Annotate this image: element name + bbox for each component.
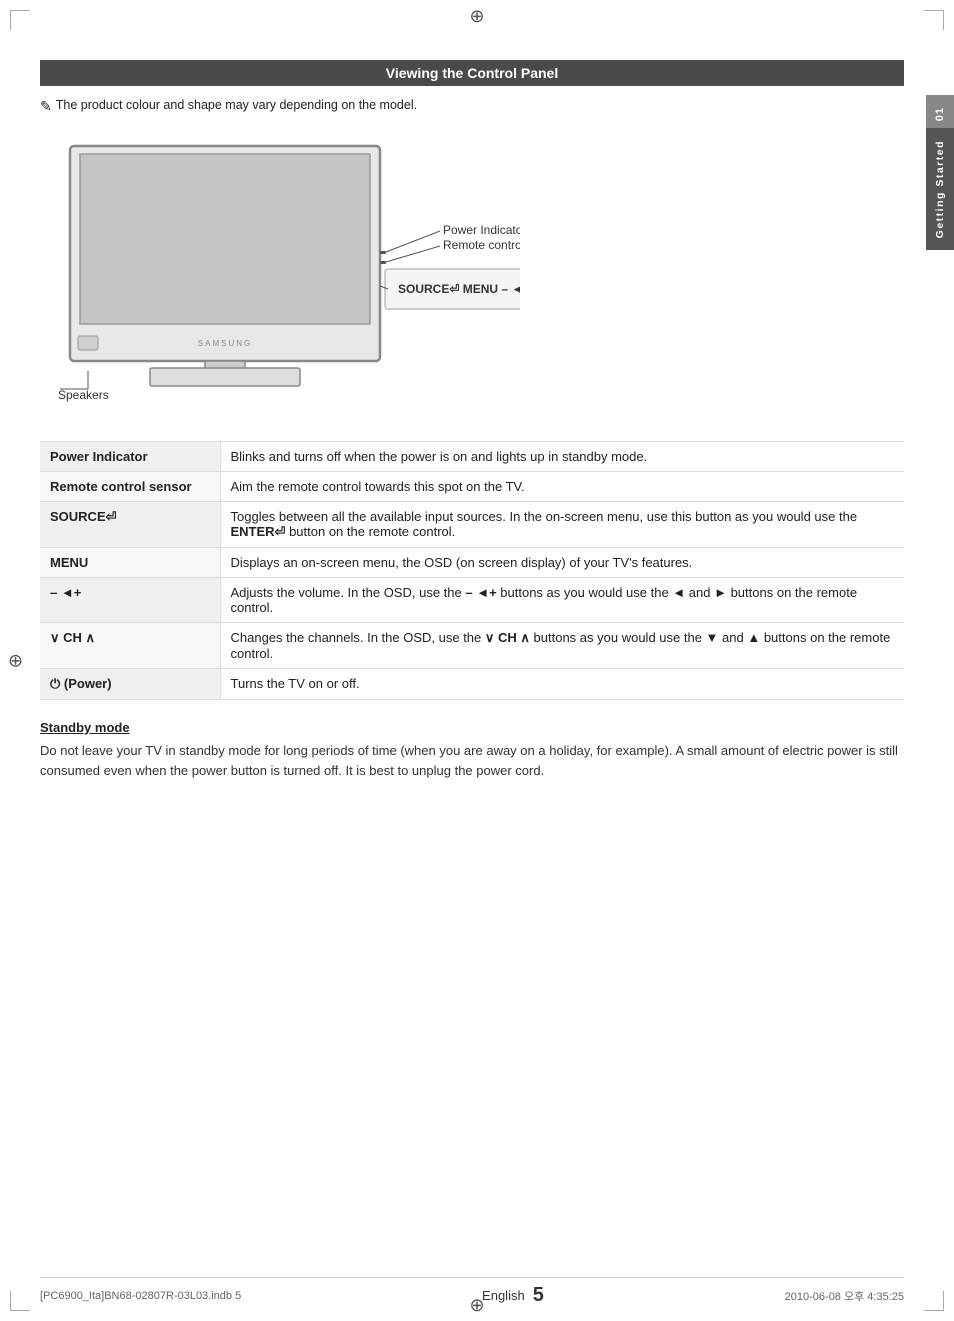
svg-text:Power Indicator: Power Indicator — [443, 223, 520, 237]
table-key: – ◄+ — [40, 578, 220, 623]
table-row: ∨ CH ∧ Changes the channels. In the OSD,… — [40, 623, 904, 669]
footer-page: English 5 — [482, 1284, 544, 1307]
table-row: Remote control sensor Aim the remote con… — [40, 472, 904, 502]
main-content: Viewing the Control Panel ✎ The product … — [40, 60, 904, 1281]
page-number: 5 — [533, 1284, 544, 1307]
table-value: Changes the channels. In the OSD, use th… — [220, 623, 904, 669]
table-row: ⏻ (Power) Turns the TV on or off. — [40, 669, 904, 700]
footer: [PC6900_Ita]BN68-02807R-03L03.indb 5 Eng… — [40, 1277, 904, 1307]
table-key: Power Indicator — [40, 442, 220, 472]
reg-mark-top: ⊕ — [467, 6, 487, 26]
svg-text:Speakers: Speakers — [58, 388, 109, 402]
tv-illustration: SAMSUNG Power Indicator Remote control s… — [40, 131, 520, 411]
table-row: MENU Displays an on-screen menu, the OSD… — [40, 548, 904, 578]
table-key: SOURCE⏎ — [40, 502, 220, 548]
table-key: ⏻ (Power) — [40, 669, 220, 700]
footer-file-info: [PC6900_Ita]BN68-02807R-03L03.indb 5 — [40, 1290, 241, 1302]
footer-date: 2010-06-08 오후 4:35:25 — [785, 1288, 904, 1304]
standby-section: Standby mode Do not leave your TV in sta… — [40, 720, 904, 780]
corner-mark-tl — [10, 10, 30, 30]
corner-mark-bl — [10, 1291, 30, 1311]
note-icon: ✎ — [40, 98, 52, 115]
control-table: Power Indicator Blinks and turns off whe… — [40, 441, 904, 700]
svg-text:SAMSUNG: SAMSUNG — [198, 339, 252, 348]
svg-text:Remote control sensor: Remote control sensor — [443, 238, 520, 252]
table-value: Adjusts the volume. In the OSD, use the … — [220, 578, 904, 623]
note-text: ✎ The product colour and shape may vary … — [40, 98, 904, 115]
reg-mark-left: ⊕ — [8, 650, 23, 671]
diagram-area: SAMSUNG Power Indicator Remote control s… — [40, 131, 904, 421]
sidebar-number: 01 — [934, 107, 946, 121]
svg-text:SOURCE⏎ MENU – ◄+ ∨ CH ∧ ⏻: SOURCE⏎ MENU – ◄+ ∨ CH ∧ ⏻ — [398, 282, 520, 296]
page-title: Viewing the Control Panel — [40, 60, 904, 86]
footer-language: English — [482, 1288, 525, 1303]
table-key: Remote control sensor — [40, 472, 220, 502]
corner-mark-tr — [924, 10, 944, 30]
corner-mark-br — [924, 1291, 944, 1311]
table-value: Toggles between all the available input … — [220, 502, 904, 548]
table-row: – ◄+ Adjusts the volume. In the OSD, use… — [40, 578, 904, 623]
table-value: Turns the TV on or off. — [220, 669, 904, 700]
table-value: Aim the remote control towards this spot… — [220, 472, 904, 502]
sidebar-label: Getting Started — [934, 140, 946, 238]
table-row: Power Indicator Blinks and turns off whe… — [40, 442, 904, 472]
table-key: MENU — [40, 548, 220, 578]
standby-text: Do not leave your TV in standby mode for… — [40, 741, 904, 780]
table-row: SOURCE⏎ Toggles between all the availabl… — [40, 502, 904, 548]
table-key: ∨ CH ∧ — [40, 623, 220, 669]
table-value: Blinks and turns off when the power is o… — [220, 442, 904, 472]
note-content: The product colour and shape may vary de… — [56, 98, 417, 112]
standby-title: Standby mode — [40, 720, 904, 735]
table-value: Displays an on-screen menu, the OSD (on … — [220, 548, 904, 578]
